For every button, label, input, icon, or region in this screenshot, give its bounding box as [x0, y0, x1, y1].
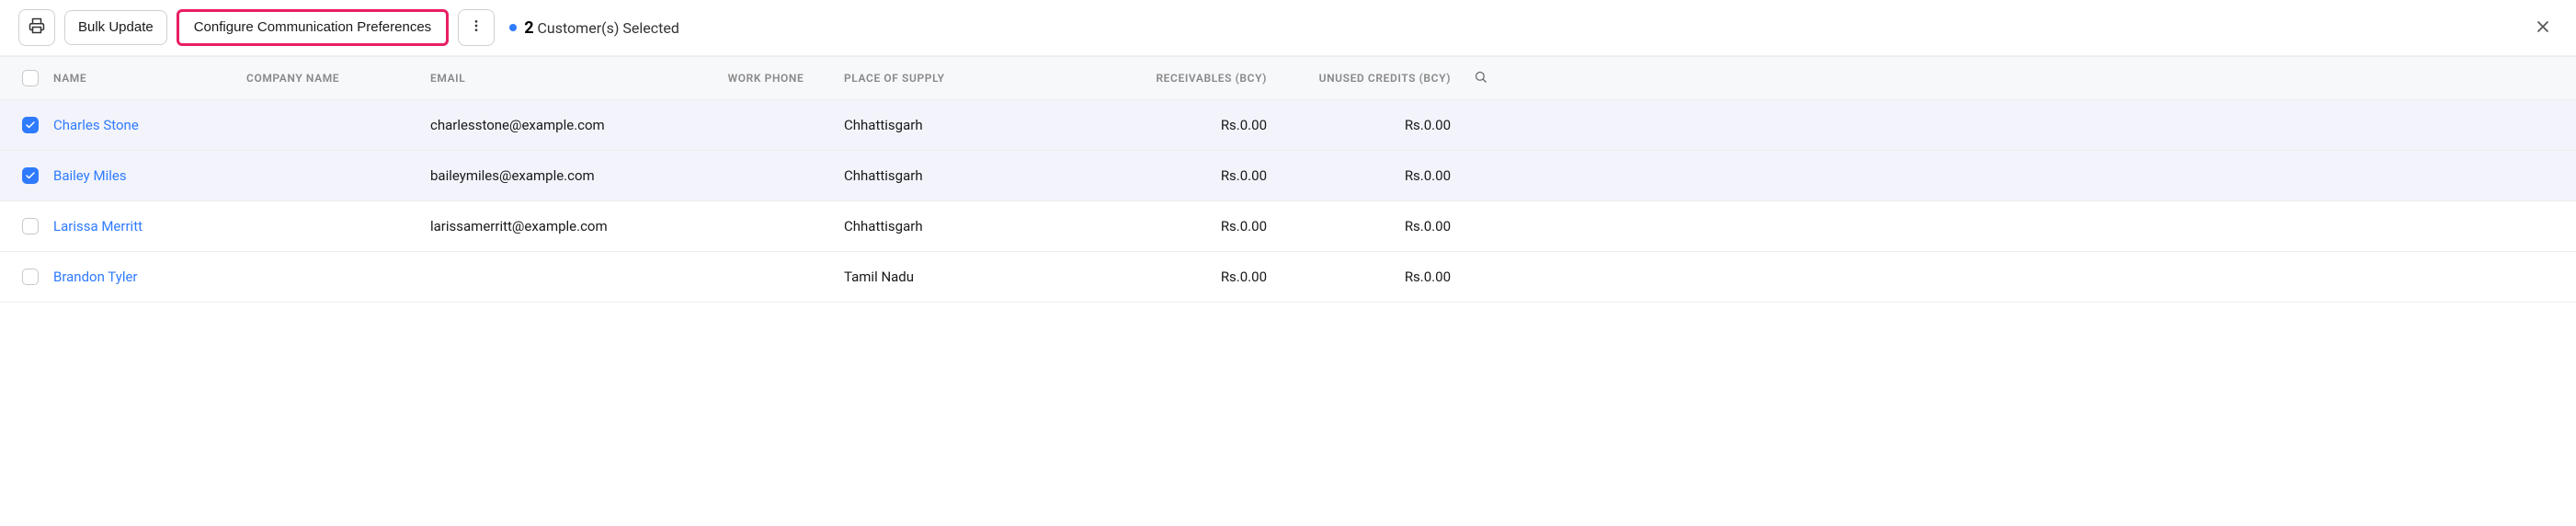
- table-row: Brandon Tyler Tamil Nadu Rs.0.00 Rs.0.00: [0, 252, 2576, 303]
- selection-suffix: Customer(s) Selected: [537, 19, 678, 37]
- selection-indicator: 2 Customer(s) Selected: [509, 18, 679, 38]
- configure-communication-preferences-button[interactable]: Configure Communication Preferences: [177, 9, 449, 46]
- customer-name-link[interactable]: Charles Stone: [53, 117, 139, 133]
- cell-credits: Rs.0.00: [1267, 269, 1451, 285]
- customer-name-link[interactable]: Bailey Miles: [53, 167, 127, 184]
- cell-email: charlesstone@example.com: [430, 117, 688, 133]
- bulk-update-button[interactable]: Bulk Update: [64, 10, 167, 45]
- cell-supply: Tamil Nadu: [844, 269, 1083, 285]
- print-icon: [28, 17, 45, 39]
- toolbar: Bulk Update Configure Communication Pref…: [0, 0, 2576, 56]
- configure-label: Configure Communication Preferences: [194, 19, 431, 36]
- row-checkbox[interactable]: [22, 269, 39, 285]
- close-icon: [2534, 17, 2552, 39]
- more-vertical-icon: [469, 18, 484, 38]
- customers-table: NAME COMPANY NAME EMAIL WORK PHONE PLACE…: [0, 56, 2576, 303]
- cell-receivables: Rs.0.00: [1083, 218, 1267, 234]
- cell-credits: Rs.0.00: [1267, 117, 1451, 133]
- col-supply-header[interactable]: PLACE OF SUPPLY: [844, 72, 1083, 85]
- row-checkbox[interactable]: [22, 218, 39, 234]
- col-name-header[interactable]: NAME: [53, 72, 246, 85]
- col-email-header[interactable]: EMAIL: [430, 72, 688, 85]
- col-company-header[interactable]: COMPANY NAME: [246, 72, 430, 85]
- table-header: NAME COMPANY NAME EMAIL WORK PHONE PLACE…: [0, 56, 2576, 100]
- table-row: Charles Stone charlesstone@example.com C…: [0, 100, 2576, 151]
- col-phone-header[interactable]: WORK PHONE: [688, 72, 844, 85]
- cell-email: baileymiles@example.com: [430, 167, 688, 184]
- more-actions-button[interactable]: [458, 9, 495, 46]
- bulk-update-label: Bulk Update: [78, 19, 154, 36]
- cell-receivables: Rs.0.00: [1083, 167, 1267, 184]
- customer-name-link[interactable]: Brandon Tyler: [53, 269, 138, 285]
- row-checkbox[interactable]: [22, 167, 39, 184]
- close-button[interactable]: [2528, 12, 2558, 44]
- cell-credits: Rs.0.00: [1267, 218, 1451, 234]
- cell-receivables: Rs.0.00: [1083, 117, 1267, 133]
- col-receivables-header[interactable]: RECEIVABLES (BCY): [1083, 72, 1267, 85]
- selection-dot-icon: [509, 24, 517, 31]
- print-button[interactable]: [18, 9, 55, 46]
- cell-email: larissamerritt@example.com: [430, 218, 688, 234]
- row-checkbox[interactable]: [22, 117, 39, 133]
- select-all-checkbox[interactable]: [22, 70, 39, 86]
- cell-credits: Rs.0.00: [1267, 167, 1451, 184]
- col-credits-header[interactable]: UNUSED CREDITS (BCY): [1267, 72, 1451, 85]
- cell-supply: Chhattisgarh: [844, 117, 1083, 133]
- selection-count: 2: [524, 18, 533, 38]
- search-icon: [1474, 74, 1487, 86]
- cell-receivables: Rs.0.00: [1083, 269, 1267, 285]
- table-row: Bailey Miles baileymiles@example.com Chh…: [0, 151, 2576, 201]
- table-row: Larissa Merritt larissamerritt@example.c…: [0, 201, 2576, 252]
- cell-supply: Chhattisgarh: [844, 167, 1083, 184]
- cell-supply: Chhattisgarh: [844, 218, 1083, 234]
- customer-name-link[interactable]: Larissa Merritt: [53, 218, 142, 234]
- column-search-button[interactable]: [1474, 74, 1487, 86]
